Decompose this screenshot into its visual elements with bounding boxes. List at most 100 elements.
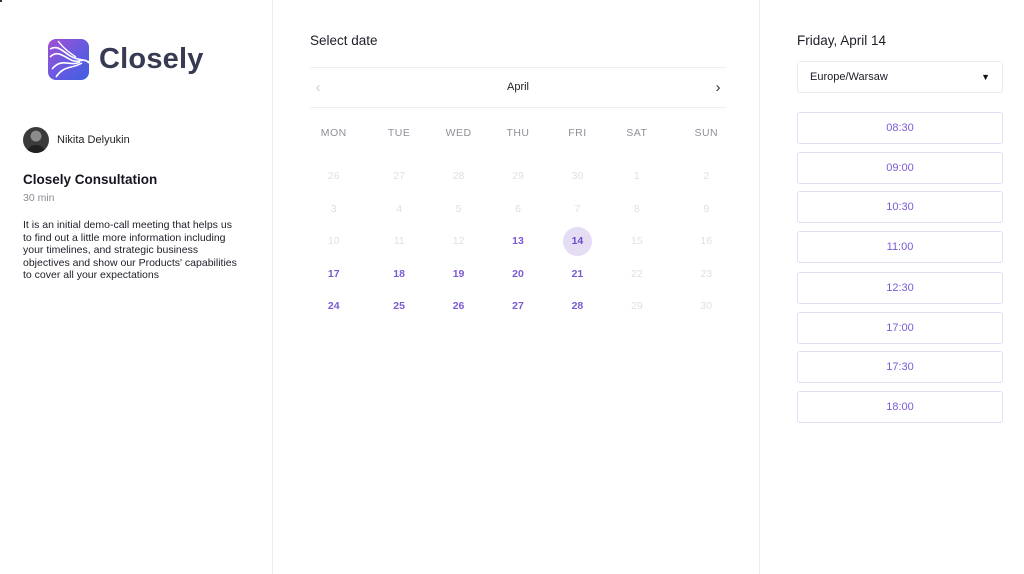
calendar-day-label: 30 xyxy=(700,300,713,313)
time-slot-button[interactable]: 08:30 xyxy=(797,112,1003,144)
calendar-day: 15 xyxy=(607,225,666,258)
calendar-day: 9 xyxy=(677,193,736,226)
month-navigation: ‹ April › xyxy=(310,67,726,108)
calendar-day-label: 1 xyxy=(633,170,640,183)
user-avatar xyxy=(23,127,49,153)
calendar-day[interactable]: 19 xyxy=(429,258,488,291)
time-slot-button[interactable]: 17:00 xyxy=(797,311,1003,344)
calendar-day: 27 xyxy=(369,160,428,193)
calendar-day[interactable]: 26 xyxy=(429,290,488,323)
calendar-day: 29 xyxy=(607,290,666,323)
calendar-day-label: 22 xyxy=(631,267,643,280)
calendar-day: 8 xyxy=(607,193,666,226)
calendar-day: 22 xyxy=(607,258,666,291)
calendar-day[interactable]: 28 xyxy=(548,290,607,323)
timezone-value: Europe/Warsaw xyxy=(810,71,888,83)
closely-logo-icon xyxy=(48,39,89,80)
calendar-day-label: 30 xyxy=(571,170,584,183)
event-info-panel: Closely Nikita Delyukin Closely Consulta… xyxy=(0,0,273,574)
time-slot-button[interactable]: 12:30 xyxy=(797,271,1003,304)
event-duration: 30 min xyxy=(23,192,55,204)
calendar-day-label: 16 xyxy=(700,235,713,248)
calendar-day-label: 23 xyxy=(700,267,713,280)
time-slots-panel: Friday, April 14 Europe/Warsaw ▼ 08:30 09… xyxy=(760,0,1024,574)
weekday-mon: MON xyxy=(320,127,347,139)
calendar-day-label: 25 xyxy=(393,300,405,313)
weekday-sat: SAT xyxy=(626,127,648,139)
calendar-day: 2 xyxy=(677,160,736,193)
weekday-header: MON TUE WED THU FRI SAT SUN xyxy=(310,127,726,139)
calendar-day-label: 20 xyxy=(512,267,524,280)
select-date-heading: Select date xyxy=(310,33,378,48)
weekday-sun: SUN xyxy=(694,127,719,139)
event-title: Closely Consultation xyxy=(23,172,158,187)
time-slot-button[interactable]: 18:00 xyxy=(797,390,1003,423)
calendar-day-label: 15 xyxy=(631,235,643,248)
calendar-day-label: 3 xyxy=(330,202,337,215)
calendar-day[interactable]: 27 xyxy=(488,290,547,323)
time-slot-button[interactable]: 09:00 xyxy=(797,151,1003,184)
calendar-day: 16 xyxy=(677,225,736,258)
calendar-day-label: 26 xyxy=(327,170,340,183)
calendar-day-label: 29 xyxy=(631,300,643,313)
brand-logo: Closely xyxy=(48,39,204,80)
calendar-day-label: 21 xyxy=(571,267,584,280)
calendar-day: 28 xyxy=(429,160,488,193)
weekday-tue: TUE xyxy=(387,127,411,139)
calendar-day-label: 6 xyxy=(515,202,521,215)
calendar-day-label: 8 xyxy=(633,202,640,215)
chevron-right-icon[interactable]: › xyxy=(710,78,726,98)
calendar-day-label: 11 xyxy=(393,235,405,248)
calendar-day-label: 7 xyxy=(574,202,581,215)
calendar-day: 30 xyxy=(548,160,607,193)
calendar-day-label: 24 xyxy=(327,300,340,313)
calendar-day: 11 xyxy=(369,225,428,258)
calendar-day: 12 xyxy=(429,225,488,258)
calendar-day-label: 4 xyxy=(396,202,403,215)
calendar-day: 4 xyxy=(369,193,428,226)
time-slot-button[interactable]: 11:00 xyxy=(797,230,1003,263)
timezone-select[interactable]: Europe/Warsaw ▼ xyxy=(797,61,1003,93)
calendar-day-label: 9 xyxy=(703,202,710,215)
calendar-day: 30 xyxy=(677,290,736,323)
calendar-day[interactable]: 13 xyxy=(488,225,547,258)
month-label: April xyxy=(506,81,529,93)
date-picker-panel: Select date ‹ April › MON TUE WED THU FRI SAT… xyxy=(273,0,760,574)
calendar-day: 26 xyxy=(304,160,363,193)
calendar-day: 6 xyxy=(488,193,547,226)
calendar-day-label: 26 xyxy=(452,300,465,313)
brand-name: Closely xyxy=(99,43,204,75)
calendar-day[interactable]: 18 xyxy=(369,258,428,291)
calendar-day-label: 27 xyxy=(393,170,405,183)
time-slot-button[interactable]: 10:30 xyxy=(797,191,1003,223)
calendar-day: 1 xyxy=(607,160,666,193)
calendar-day[interactable]: 20 xyxy=(488,258,547,291)
calendar-day-selected[interactable]: 14 xyxy=(548,225,607,258)
calendar-day[interactable]: 17 xyxy=(304,258,363,291)
weekday-wed: WED xyxy=(445,127,472,139)
weekday-fri: FRI xyxy=(568,127,587,139)
calendar-day-label: 5 xyxy=(455,202,462,215)
calendar-day-label: 19 xyxy=(452,267,465,280)
calendar-day[interactable]: 21 xyxy=(548,258,607,291)
calendar-day-label: 14 xyxy=(562,226,592,256)
host-info: Nikita Delyukin xyxy=(23,127,130,153)
calendar-day: 7 xyxy=(548,193,607,226)
calendar-day-label: 27 xyxy=(512,300,524,313)
calendar-day-label: 28 xyxy=(452,170,465,183)
selected-date-heading: Friday, April 14 xyxy=(797,33,887,48)
calendar-day-label: 12 xyxy=(452,235,465,248)
time-slot-list: 08:30 09:00 10:30 11:00 12:30 17:00 17:30 18:00 xyxy=(797,112,1003,430)
weekday-thu: THU xyxy=(506,127,530,139)
host-name: Nikita Delyukin xyxy=(57,134,130,146)
calendar-day[interactable]: 25 xyxy=(369,290,428,323)
calendar-grid: 26 27 28 29 30 1 2 3 4 5 6 7 8 9 10 11 12 13 14 15 16 17 18 19 2… xyxy=(310,160,726,323)
calendar-day: 10 xyxy=(304,225,363,258)
calendar-day[interactable]: 24 xyxy=(304,290,363,323)
calendar-day: 23 xyxy=(677,258,736,291)
calendar-day-label: 13 xyxy=(512,235,524,248)
time-slot-button[interactable]: 17:30 xyxy=(797,351,1003,383)
calendar-day-label: 18 xyxy=(393,267,405,280)
calendar-day-label: 28 xyxy=(571,300,584,313)
event-description: It is an initial demo-call meeting that … xyxy=(23,219,237,282)
